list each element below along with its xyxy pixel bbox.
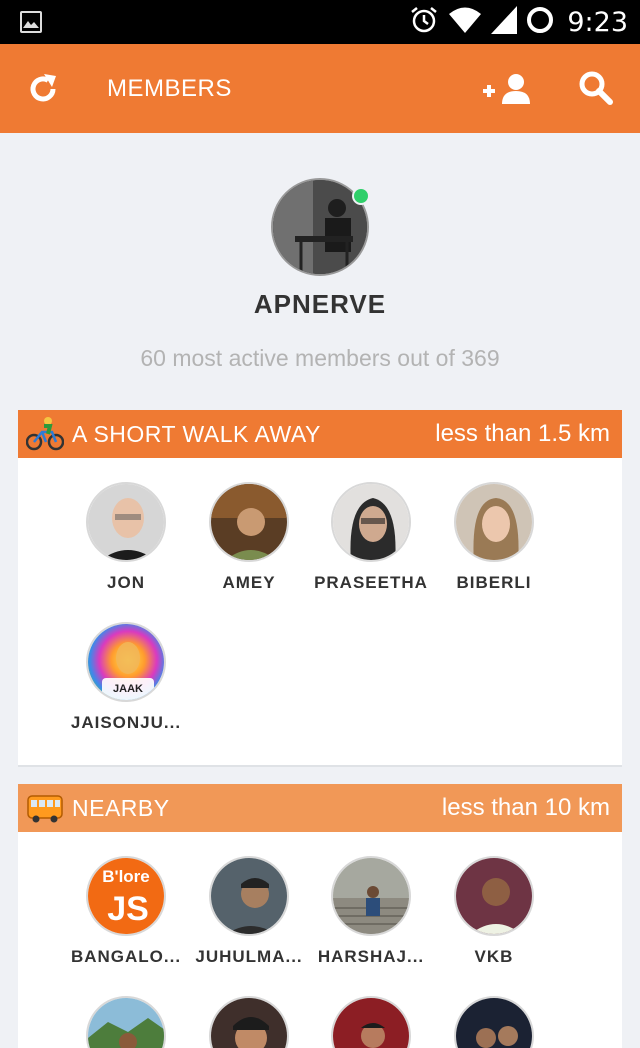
member-name: PRASEETHA bbox=[314, 573, 428, 592]
member-name: JON bbox=[107, 573, 145, 592]
section-header: A SHORT WALK AWAY less than 1.5 km bbox=[18, 410, 622, 458]
status-bar: 9:23 bbox=[0, 0, 640, 44]
refresh-icon[interactable] bbox=[26, 72, 60, 106]
avatar bbox=[209, 856, 289, 936]
avatar bbox=[86, 996, 166, 1048]
member-bangalore-js[interactable]: B'lore JS BANGALO... bbox=[64, 856, 188, 967]
member-juhulma[interactable]: JUHULMA... bbox=[187, 856, 311, 967]
member-biberli[interactable]: BIBERLI bbox=[432, 482, 556, 593]
add-user-icon bbox=[483, 74, 530, 104]
avatar bbox=[331, 856, 411, 936]
profile-name[interactable]: APNERVE bbox=[0, 289, 640, 320]
member-row3-4[interactable] bbox=[432, 996, 556, 1048]
js-logo-text: JS bbox=[107, 890, 149, 928]
add-user-button[interactable] bbox=[480, 72, 534, 106]
section-distance: less than 1.5 km bbox=[435, 420, 610, 447]
member-name: HARSHAJ... bbox=[317, 947, 425, 966]
section-header: NEARBY less than 10 km bbox=[18, 784, 622, 832]
member-jaisonju[interactable]: JAAK JAISONJU... bbox=[64, 622, 188, 733]
member-harshaj[interactable]: HARSHAJ... bbox=[309, 856, 433, 967]
blore-logo-text: B'lore bbox=[102, 867, 150, 886]
avatar bbox=[331, 996, 411, 1048]
page-title: MEMBERS bbox=[107, 75, 232, 102]
section-short-walk: A SHORT WALK AWAY less than 1.5 km JON A… bbox=[18, 410, 622, 767]
avatar: JAAK bbox=[86, 622, 166, 702]
signal-icon bbox=[491, 5, 518, 39]
member-name: BIBERLI bbox=[456, 573, 532, 592]
bus-icon bbox=[26, 790, 64, 826]
online-status-indicator bbox=[352, 187, 370, 205]
section-title: NEARBY bbox=[72, 795, 170, 821]
member-vkb[interactable]: VKB bbox=[432, 856, 556, 967]
avatar bbox=[86, 482, 166, 562]
section-nearby: NEARBY less than 10 km B'lore JS BANGALO… bbox=[18, 784, 622, 1048]
search-icon bbox=[579, 71, 613, 105]
avatar bbox=[454, 482, 534, 562]
section-distance: less than 10 km bbox=[441, 794, 610, 821]
member-row3-2[interactable] bbox=[187, 996, 311, 1048]
member-name: JAISONJU... bbox=[70, 713, 182, 732]
member-jon[interactable]: JON bbox=[64, 482, 188, 593]
alarm-icon bbox=[409, 5, 439, 40]
avatar bbox=[209, 482, 289, 562]
member-praseetha[interactable]: PRASEETHA bbox=[309, 482, 433, 593]
battery-icon bbox=[525, 5, 555, 40]
app-toolbar: MEMBERS bbox=[0, 44, 640, 133]
member-amey[interactable]: AMEY bbox=[187, 482, 311, 593]
bicyclist-icon bbox=[25, 416, 65, 452]
member-name: AMEY bbox=[222, 573, 276, 592]
member-name: BANGALO... bbox=[70, 947, 182, 966]
avatar bbox=[454, 856, 534, 936]
avatar bbox=[331, 482, 411, 562]
image-notification-icon bbox=[20, 11, 42, 33]
status-time: 9:23 bbox=[567, 6, 628, 38]
member-name: JUHULMA... bbox=[195, 947, 303, 966]
member-row3-3[interactable] bbox=[309, 996, 433, 1048]
jaak-logo-text: JAAK bbox=[113, 683, 143, 695]
avatar: B'lore JS bbox=[86, 856, 166, 936]
member-name: VKB bbox=[474, 947, 514, 966]
search-button[interactable] bbox=[578, 70, 614, 106]
section-title: A SHORT WALK AWAY bbox=[72, 421, 321, 447]
avatar bbox=[209, 996, 289, 1048]
members-summary: 60 most active members out of 369 bbox=[140, 345, 500, 371]
avatar bbox=[454, 996, 534, 1048]
wifi-icon bbox=[447, 5, 483, 40]
member-row3-1[interactable] bbox=[64, 996, 188, 1048]
